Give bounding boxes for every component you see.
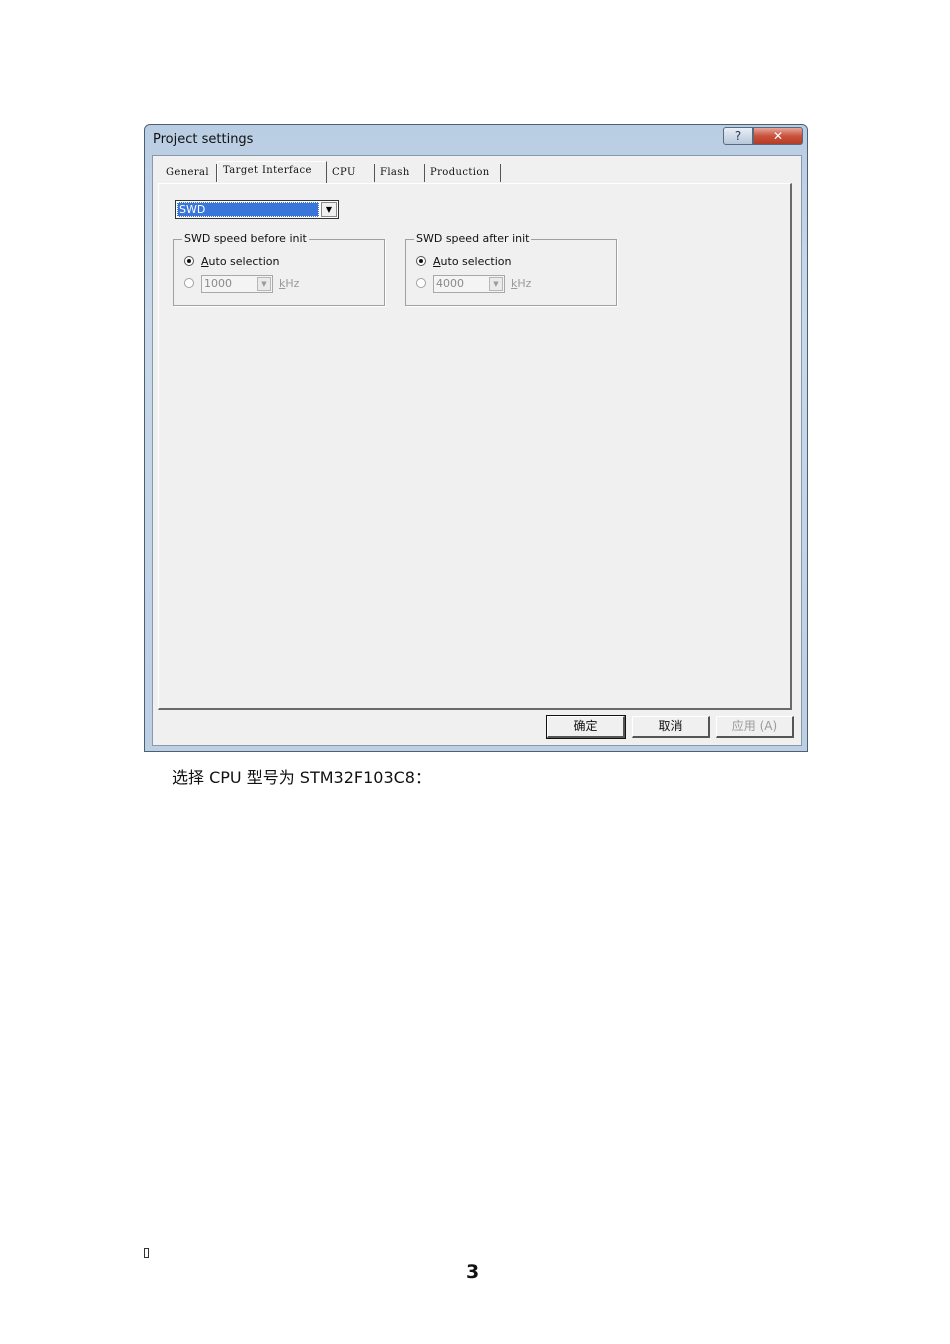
apply-button[interactable]: 应用 (A): [716, 716, 794, 738]
title-bar[interactable]: Project settings ? ✕: [145, 125, 807, 155]
close-button[interactable]: ✕: [753, 127, 803, 145]
speed-after-select[interactable]: 4000 ▼: [433, 275, 505, 293]
speed-after-value: 4000: [436, 277, 464, 290]
help-icon: ?: [734, 129, 742, 143]
dialog-title: Project settings: [153, 132, 254, 147]
tab-target-interface[interactable]: Target Interface: [217, 161, 327, 183]
group-title-before: SWD speed before init: [182, 232, 309, 245]
swd-speed-after-group: SWD speed after init Auto selection 4000…: [405, 232, 617, 306]
swd-speed-before-group: SWD speed before init Auto selection 100…: [173, 232, 385, 306]
help-button[interactable]: ?: [723, 127, 753, 145]
speed-before-unit: kHz: [279, 277, 300, 290]
chevron-down-icon[interactable]: ▼: [257, 277, 271, 291]
tab-flash[interactable]: Flash: [375, 164, 425, 182]
tab-general[interactable]: General: [161, 164, 217, 182]
tab-production[interactable]: Production: [425, 164, 501, 182]
manual-speed-after-radio[interactable]: [416, 278, 426, 288]
interface-select-value: SWD: [177, 202, 319, 217]
speed-before-value: 1000: [204, 277, 232, 290]
footer-marker: [144, 1248, 149, 1258]
auto-selection-before-label: Auto selection: [201, 255, 280, 268]
page-number: 3: [466, 1261, 480, 1283]
target-interface-panel: SWD ▼ SWD speed before init Auto selecti…: [158, 183, 792, 710]
dialog-client-area: General Target Interface CPU Flash Produ…: [152, 155, 802, 746]
close-icon: ✕: [772, 129, 784, 143]
chevron-down-icon[interactable]: ▼: [321, 202, 337, 217]
speed-after-unit: kHz: [511, 277, 532, 290]
cancel-button[interactable]: 取消: [632, 716, 710, 738]
tab-cpu[interactable]: CPU: [327, 164, 375, 182]
document-caption: 选择 CPU 型号为 STM32F103C8：: [172, 768, 431, 787]
project-settings-dialog: Project settings ? ✕ General Target Inte…: [144, 124, 808, 752]
group-title-after: SWD speed after init: [414, 232, 532, 245]
auto-selection-before-radio[interactable]: [184, 256, 194, 266]
manual-speed-before-radio[interactable]: [184, 278, 194, 288]
speed-before-select[interactable]: 1000 ▼: [201, 275, 273, 293]
chevron-down-icon[interactable]: ▼: [489, 277, 503, 291]
auto-selection-after-radio[interactable]: [416, 256, 426, 266]
ok-button[interactable]: 确定: [546, 715, 626, 739]
interface-select[interactable]: SWD ▼: [175, 200, 339, 219]
auto-selection-after-label: Auto selection: [433, 255, 512, 268]
